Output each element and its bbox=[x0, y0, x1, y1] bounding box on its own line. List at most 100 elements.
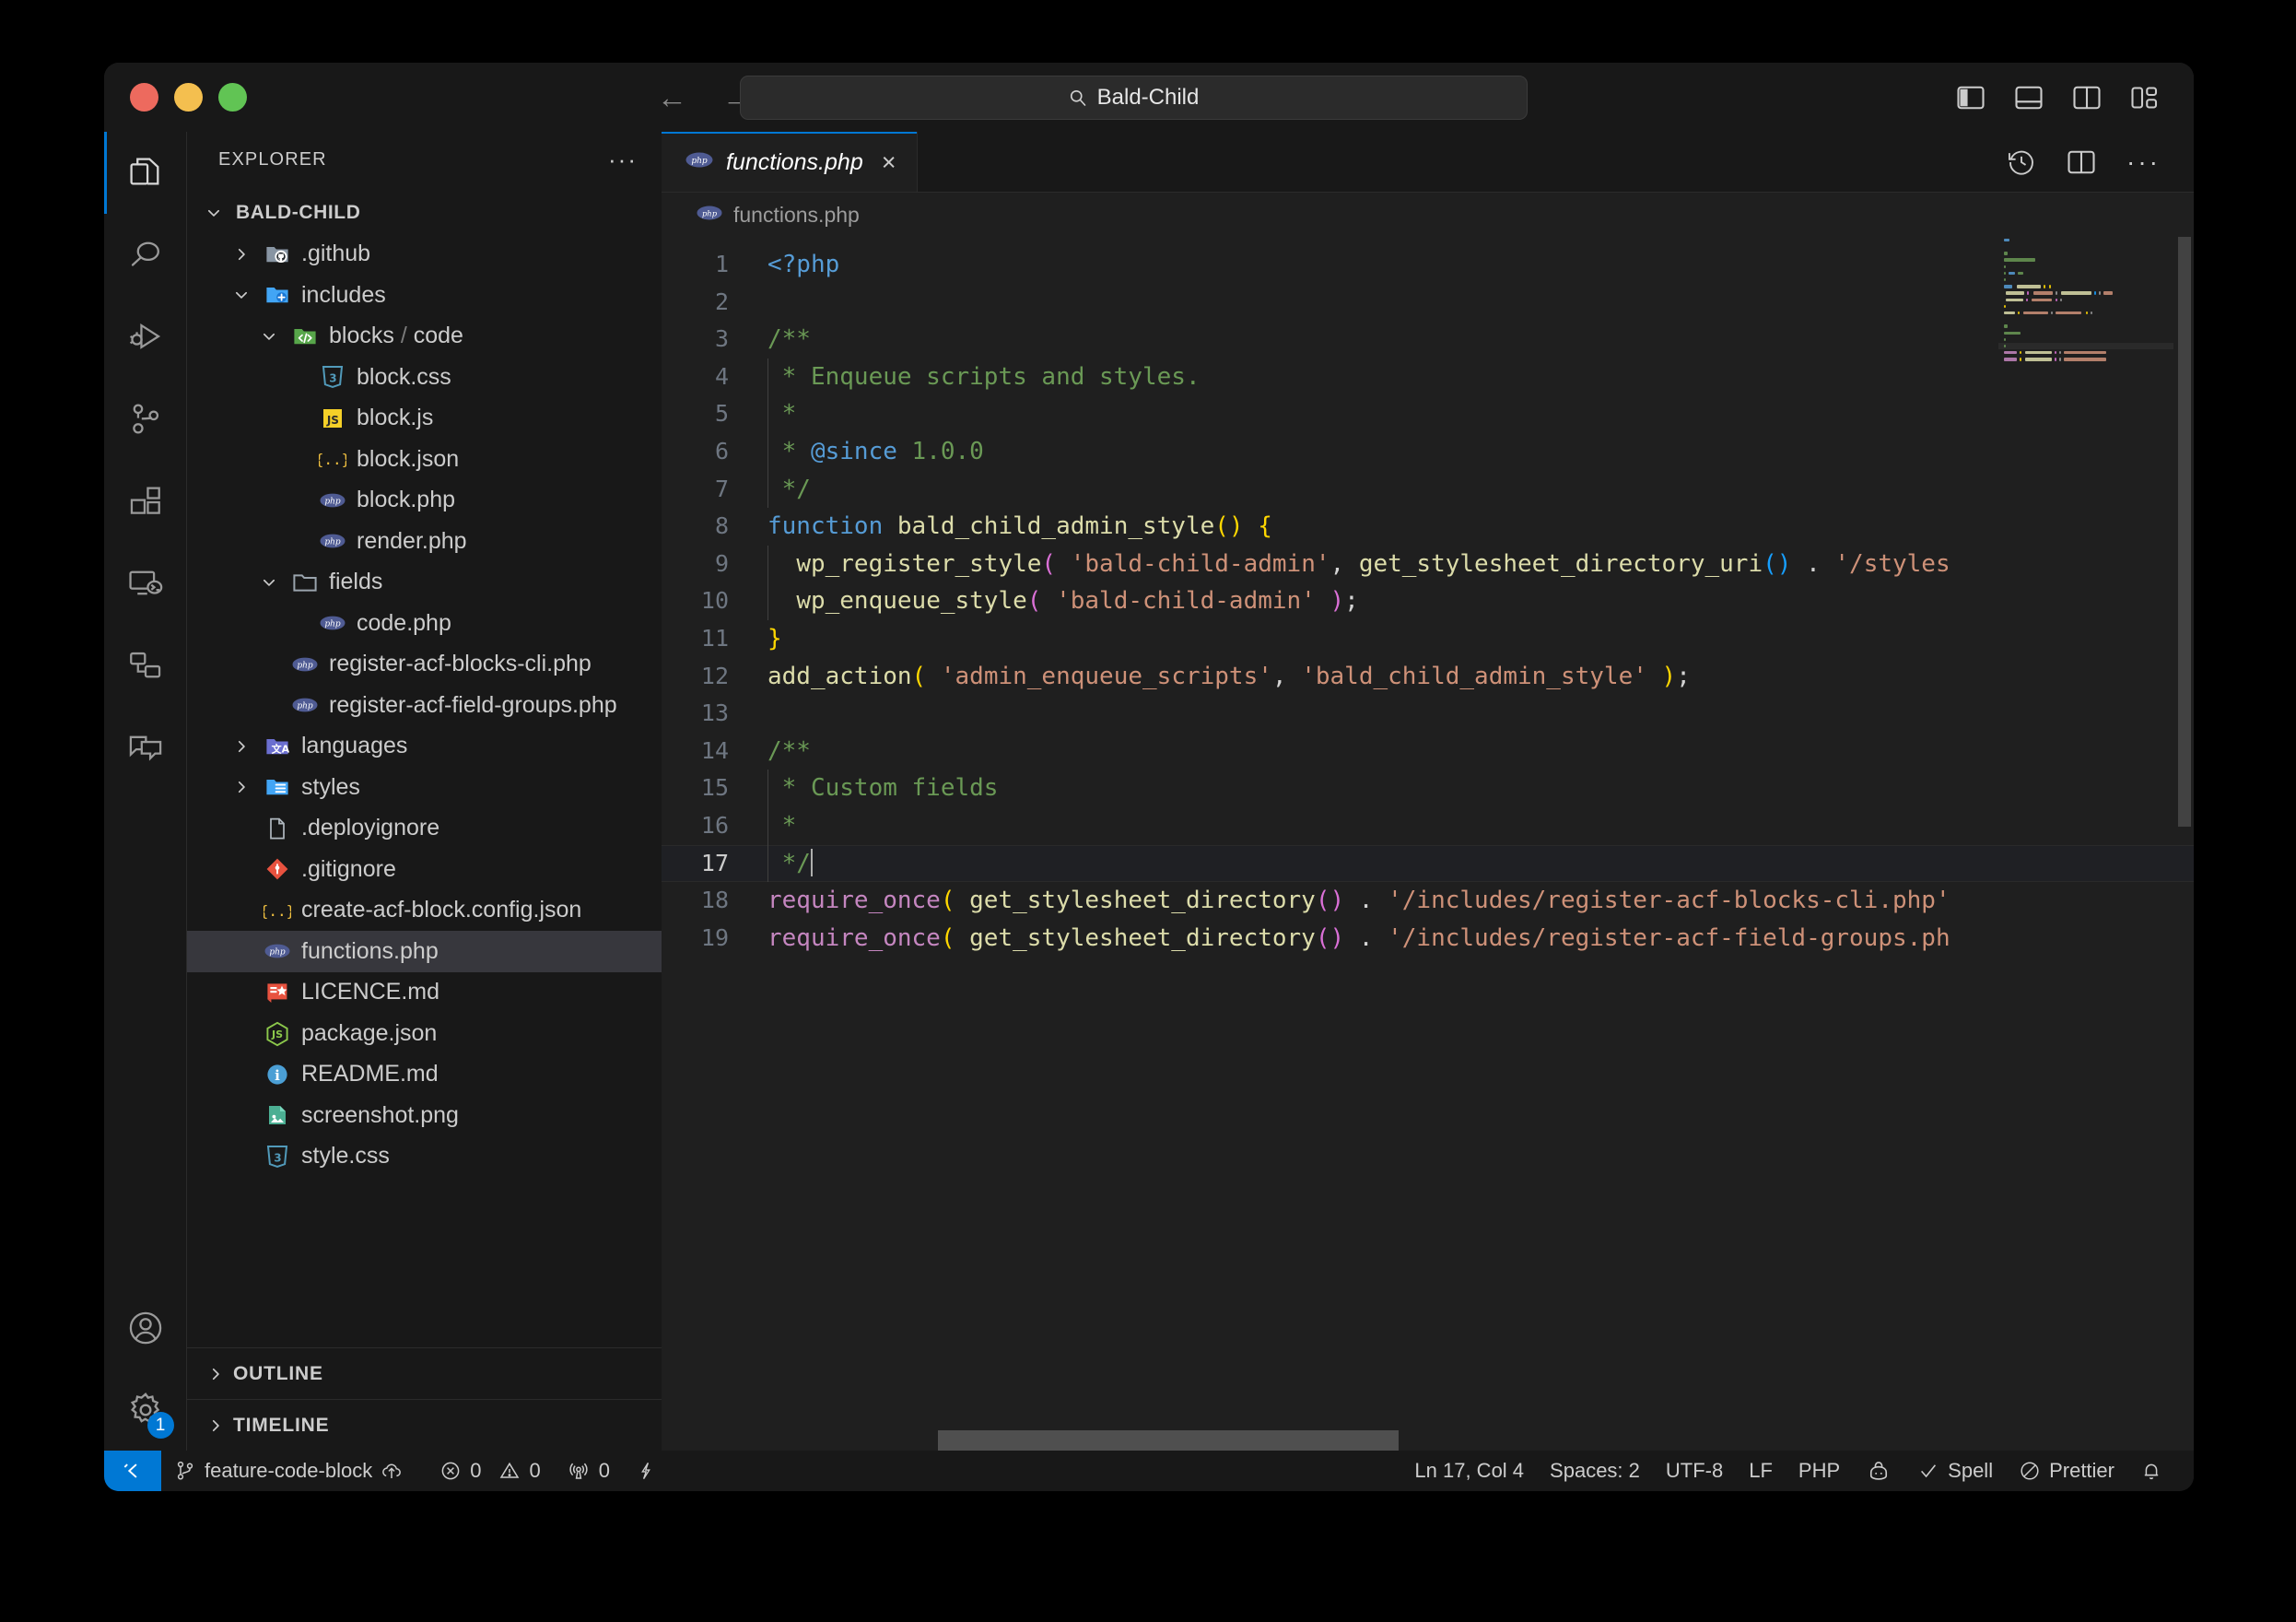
status-cursor-position[interactable]: Ln 17, Col 4 bbox=[1401, 1451, 1537, 1491]
status-indentation[interactable]: Spaces: 2 bbox=[1537, 1451, 1653, 1491]
status-branch[interactable]: feature-code-block bbox=[161, 1451, 416, 1491]
tree-item-create-acf-block-config-json[interactable]: {..} create-acf-block.config.json bbox=[187, 890, 662, 932]
command-center-search[interactable]: Bald-Child bbox=[740, 75, 1528, 120]
tree-root-bald-child[interactable]: BALD-CHILD bbox=[187, 193, 662, 234]
status-problems[interactable]: 0 0 bbox=[427, 1451, 554, 1491]
code-line[interactable]: 7 */ bbox=[662, 470, 2194, 509]
back-arrow-icon[interactable]: ← bbox=[657, 82, 687, 112]
code-editor[interactable]: 1 <?php 2 3 /** 4 * Enqueue scripts and style… bbox=[662, 237, 2194, 1451]
tree-item-readme-md[interactable]: i README.md bbox=[187, 1054, 662, 1096]
tree-item-chevron[interactable] bbox=[257, 574, 281, 591]
activity-item-settings[interactable]: 1 bbox=[104, 1369, 187, 1451]
status-notifications[interactable] bbox=[2127, 1451, 2175, 1491]
status-spell[interactable]: Spell bbox=[1904, 1451, 2006, 1491]
close-window-button[interactable] bbox=[130, 83, 158, 112]
status-lightning[interactable] bbox=[623, 1451, 669, 1491]
root-chevron[interactable] bbox=[202, 205, 226, 221]
tree-item-blocks-code[interactable]: blocks / code bbox=[187, 316, 662, 358]
activity-item-extensions[interactable] bbox=[104, 460, 187, 542]
code-line[interactable]: 2 bbox=[662, 284, 2194, 322]
code-line[interactable]: 15 * Custom fields bbox=[662, 770, 2194, 807]
token: () bbox=[1214, 512, 1244, 541]
tree-item-code-php[interactable]: php code.php bbox=[187, 603, 662, 644]
code-line[interactable]: 9 wp_register_style( 'bald-child-admin',… bbox=[662, 545, 2194, 583]
tree-item-chevron[interactable] bbox=[229, 738, 253, 755]
code-line[interactable]: 17 */ bbox=[662, 844, 2194, 883]
tree-item-functions-php[interactable]: php functions.php bbox=[187, 931, 662, 972]
status-language[interactable]: PHP bbox=[1786, 1451, 1853, 1491]
status-ports[interactable]: 0 bbox=[554, 1451, 623, 1491]
tab-close-icon[interactable]: × bbox=[882, 148, 896, 177]
tree-item-styles[interactable]: styles bbox=[187, 767, 662, 808]
code-line[interactable]: 18 require_once( get_stylesheet_directory… bbox=[662, 882, 2194, 920]
tab-functions-php[interactable]: php functions.php × bbox=[662, 132, 918, 193]
code-line[interactable]: 8 function bald_child_admin_style() { bbox=[662, 508, 2194, 546]
toggle-primary-sidebar-icon[interactable] bbox=[1957, 86, 1985, 110]
tree-item-block-js[interactable]: JS block.js bbox=[187, 398, 662, 440]
tree-item--github[interactable]: .github bbox=[187, 234, 662, 276]
explorer-more-actions[interactable]: ··· bbox=[608, 146, 638, 174]
code-line[interactable]: 4 * Enqueue scripts and styles. bbox=[662, 358, 2194, 396]
minimap[interactable] bbox=[1998, 237, 2173, 1451]
activity-item-chat[interactable] bbox=[104, 706, 187, 788]
tree-item-chevron[interactable] bbox=[229, 287, 253, 303]
minimize-window-button[interactable] bbox=[174, 83, 203, 112]
activity-item-explorer[interactable] bbox=[104, 132, 187, 214]
toggle-panel-icon[interactable] bbox=[2015, 86, 2043, 110]
activity-item-search[interactable] bbox=[104, 214, 187, 296]
tree-item-includes[interactable]: includes bbox=[187, 275, 662, 316]
toggle-secondary-sidebar-icon[interactable] bbox=[2073, 86, 2101, 110]
panel-header-outline[interactable]: OUTLINE bbox=[187, 1347, 662, 1399]
code-line[interactable]: 16 * bbox=[662, 806, 2194, 845]
activity-item-run-and-debug[interactable] bbox=[104, 296, 187, 378]
tree-item--deployignore[interactable]: .deployignore bbox=[187, 808, 662, 850]
tree-item-licence-md[interactable]: LICENCE.md bbox=[187, 972, 662, 1014]
tree-item--gitignore[interactable]: .gitignore bbox=[187, 849, 662, 890]
timeline-history-icon[interactable] bbox=[2007, 147, 2036, 177]
status-prettier[interactable]: Prettier bbox=[2006, 1451, 2127, 1491]
code-line[interactable]: 12 add_action( 'admin_enqueue_scripts', '… bbox=[662, 658, 2194, 696]
status-encoding[interactable]: UTF-8 bbox=[1653, 1451, 1736, 1491]
horizontal-scrollbar-thumb[interactable] bbox=[938, 1430, 1399, 1451]
tree-item-package-json[interactable]: JS package.json bbox=[187, 1013, 662, 1054]
token: ; bbox=[1676, 662, 1691, 690]
tree-item-screenshot-png[interactable]: screenshot.png bbox=[187, 1095, 662, 1136]
tree-item-chevron[interactable] bbox=[229, 246, 253, 263]
activity-item-testing[interactable] bbox=[104, 624, 187, 706]
editor-more-actions-icon[interactable]: ··· bbox=[2126, 147, 2161, 177]
code-line[interactable]: 19 require_once( get_stylesheet_directory… bbox=[662, 920, 2194, 958]
code-line[interactable]: 3 /** bbox=[662, 321, 2194, 358]
tree-item-block-css[interactable]: 3 block.css bbox=[187, 357, 662, 398]
remote-window-button[interactable] bbox=[104, 1451, 161, 1491]
tree-item-render-php[interactable]: php render.php bbox=[187, 521, 662, 562]
code-lines[interactable]: 1 <?php 2 3 /** 4 * Enqueue scripts and style… bbox=[662, 237, 2194, 1451]
code-line[interactable]: 6 * @since 1.0.0 bbox=[662, 432, 2194, 471]
horizontal-scrollbar[interactable] bbox=[662, 1427, 2194, 1451]
vertical-scrollbar-thumb[interactable] bbox=[2178, 237, 2191, 827]
activity-item-source-control[interactable] bbox=[104, 378, 187, 460]
vertical-scrollbar[interactable] bbox=[2178, 237, 2191, 1451]
tree-item-chevron[interactable] bbox=[229, 779, 253, 795]
code-line[interactable]: 14 /** bbox=[662, 733, 2194, 770]
tree-item-languages[interactable]: 文A languages bbox=[187, 726, 662, 768]
tree-item-block-json[interactable]: {..} block.json bbox=[187, 439, 662, 480]
code-line[interactable]: 11} bbox=[662, 620, 2194, 658]
tree-item-register-acf-field-groups-php[interactable]: php register-acf-field-groups.php bbox=[187, 685, 662, 726]
tree-item-register-acf-blocks-cli-php[interactable]: php register-acf-blocks-cli.php bbox=[187, 644, 662, 686]
tree-item-block-php[interactable]: php block.php bbox=[187, 480, 662, 522]
code-line[interactable]: 10 wp_enqueue_style( 'bald-child-admin' … bbox=[662, 582, 2194, 620]
tree-item-chevron[interactable] bbox=[257, 328, 281, 345]
code-line[interactable]: 13 bbox=[662, 695, 2194, 733]
status-copilot[interactable] bbox=[1853, 1451, 1904, 1491]
customize-layout-icon[interactable] bbox=[2131, 86, 2159, 110]
tree-item-style-css[interactable]: 3 style.css bbox=[187, 1136, 662, 1178]
panel-header-timeline[interactable]: TIMELINE bbox=[187, 1399, 662, 1451]
maximize-window-button[interactable] bbox=[218, 83, 247, 112]
activity-item-accounts[interactable] bbox=[104, 1287, 187, 1369]
split-editor-icon[interactable] bbox=[2068, 149, 2095, 175]
status-eol[interactable]: LF bbox=[1736, 1451, 1786, 1491]
code-line[interactable]: 1 <?php bbox=[662, 246, 2194, 284]
activity-item-remote-explorer[interactable] bbox=[104, 542, 187, 624]
code-line[interactable]: 5 * bbox=[662, 395, 2194, 433]
tree-item-fields[interactable]: fields bbox=[187, 562, 662, 604]
